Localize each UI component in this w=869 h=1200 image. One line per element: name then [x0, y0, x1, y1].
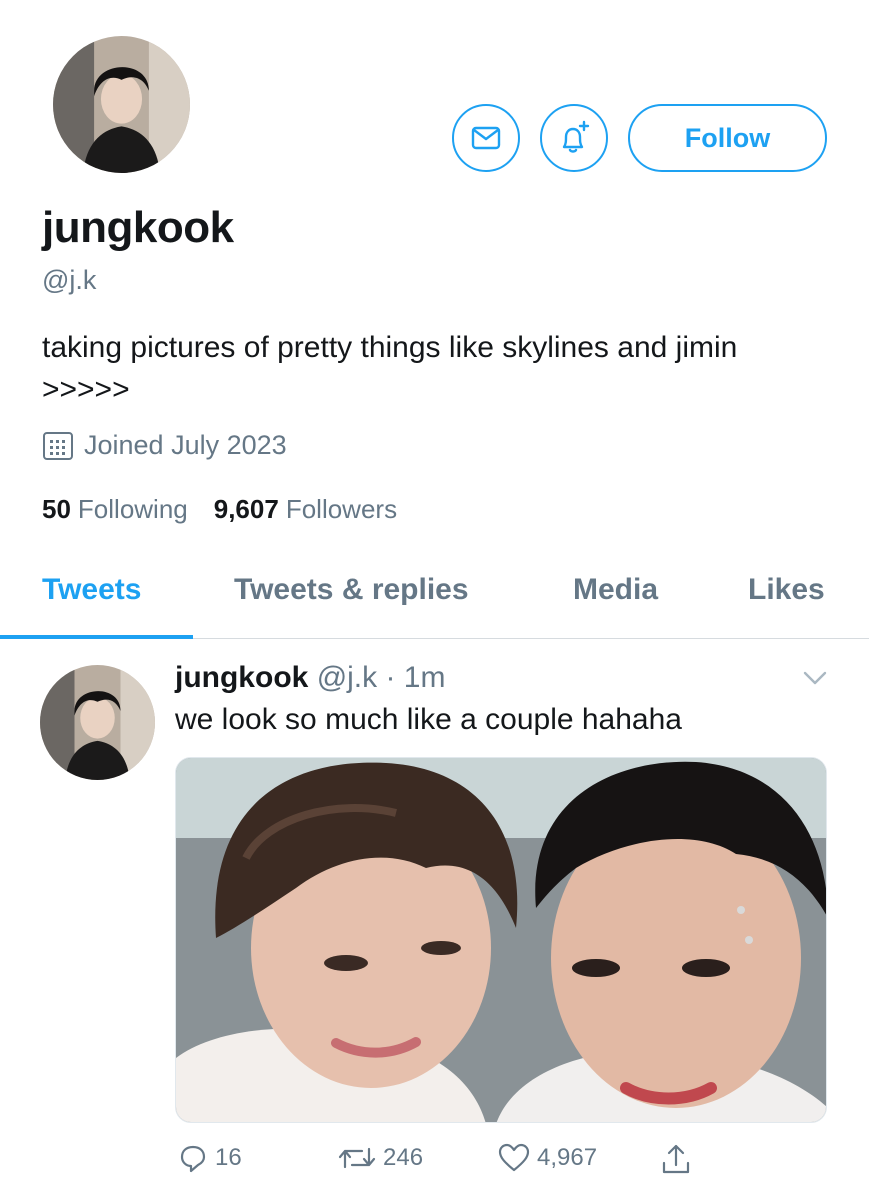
tab-tweets[interactable]: Tweets — [42, 573, 141, 607]
tweet-author-name[interactable]: jungkook — [175, 661, 308, 694]
avatar-image — [40, 665, 155, 780]
tweet-meta: @j.k · 1m — [316, 661, 446, 694]
following-label[interactable]: Following — [78, 494, 188, 525]
avatar-image — [53, 36, 190, 173]
like-button[interactable]: 4,967 — [498, 1143, 597, 1173]
profile-display-name: jungkook — [42, 203, 234, 252]
selfie-photo — [176, 758, 826, 1122]
reply-count: 16 — [215, 1144, 242, 1171]
followers-count[interactable]: 9,607 — [214, 494, 279, 525]
joined-text: Joined July 2023 — [84, 430, 287, 460]
reply-icon — [180, 1145, 206, 1173]
follow-stats: 50 Following 9,607 Followers — [42, 494, 423, 525]
retweet-icon — [338, 1147, 376, 1169]
profile-bio: taking pictures of pretty things like sk… — [42, 331, 738, 406]
notifications-button[interactable] — [540, 104, 608, 172]
tweet-text: we look so much like a couple hahaha — [175, 703, 682, 736]
followers-label[interactable]: Followers — [286, 494, 397, 525]
active-tab-indicator — [0, 635, 193, 639]
mail-icon — [471, 126, 501, 150]
following-count[interactable]: 50 — [42, 494, 71, 525]
profile-handle: @j.k — [42, 265, 97, 295]
heart-icon — [498, 1143, 530, 1172]
bell-plus-icon — [562, 120, 590, 153]
profile-avatar[interactable] — [50, 33, 193, 176]
joined-date: Joined July 2023 — [42, 430, 287, 461]
tab-tweets-replies[interactable]: Tweets & replies — [234, 573, 469, 607]
like-count: 4,967 — [537, 1144, 598, 1171]
reply-button[interactable]: 16 — [178, 1143, 242, 1173]
tweet-actions: 16 246 4,967 — [0, 1143, 869, 1179]
chevron-down-icon — [803, 671, 827, 685]
retweet-count: 246 — [383, 1144, 424, 1171]
tweet-photo[interactable] — [175, 757, 827, 1123]
calendar-icon — [43, 431, 73, 460]
tweet-header: jungkook @j.k · 1m — [175, 661, 445, 695]
follow-button[interactable]: Follow — [628, 104, 827, 172]
tweet-menu-button[interactable] — [801, 668, 829, 693]
tweet-avatar[interactable] — [40, 665, 155, 780]
share-button[interactable] — [660, 1143, 699, 1175]
tab-media[interactable]: Media — [573, 573, 658, 607]
retweet-button[interactable]: 246 — [338, 1143, 423, 1173]
profile-tabs: Tweets Tweets & replies Media Likes — [0, 555, 869, 639]
share-icon — [662, 1144, 690, 1174]
tab-likes[interactable]: Likes — [748, 573, 825, 607]
message-button[interactable] — [452, 104, 520, 172]
